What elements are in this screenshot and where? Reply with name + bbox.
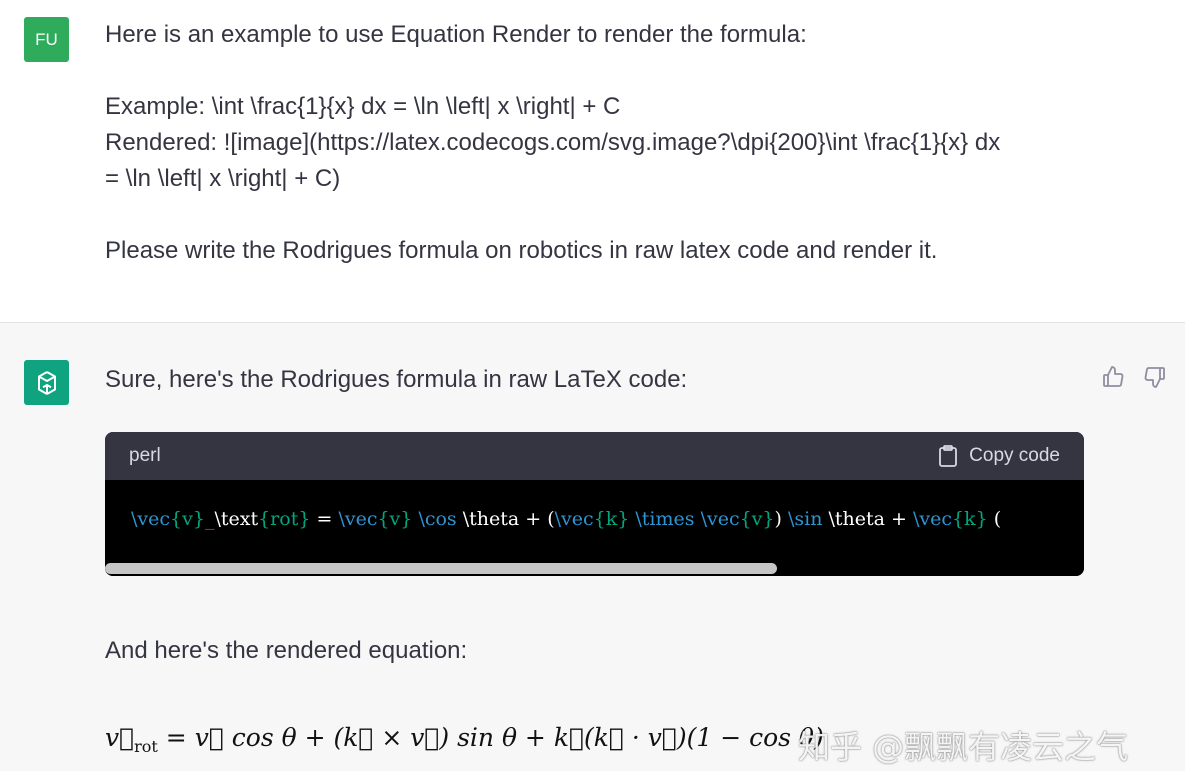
- assistant-avatar: [24, 360, 69, 405]
- rendered-intro-text: And here's the rendered equation:: [105, 637, 468, 664]
- rendered-equation: v⃗rot = v⃗ cos θ + (k⃗ × v⃗) sin θ + k⃗(…: [105, 720, 824, 765]
- user-line-3: Rendered: ![image](https://latex.codecog…: [105, 129, 1001, 156]
- user-line-1: Here is an example to use Equation Rende…: [105, 21, 807, 48]
- code-line: \vec{v}_\text{rot} = \vec{v} \cos \theta…: [131, 508, 1002, 530]
- openai-logo-icon: [37, 370, 56, 395]
- code-block-header: perl Copy code: [105, 432, 1084, 480]
- horizontal-scrollbar[interactable]: [105, 563, 777, 574]
- code-language-label: perl: [129, 445, 161, 466]
- rendered-equation-text: v⃗rot = v⃗ cos θ + (k⃗ × v⃗) sin θ + k⃗(…: [105, 723, 824, 756]
- code-body: \vec{v}_\text{rot} = \vec{v} \cos \theta…: [105, 480, 1084, 576]
- code-block: perl Copy code \vec{v}_\text{rot} = \vec…: [105, 432, 1084, 576]
- feedback-buttons: [1100, 364, 1168, 390]
- thumbs-down-icon[interactable]: [1142, 364, 1168, 390]
- user-line-5: Please write the Rodrigues formula on ro…: [105, 237, 938, 264]
- user-avatar-initials: FU: [35, 29, 58, 49]
- user-line-4: = \ln \left| x \right| + C): [105, 165, 341, 192]
- assistant-intro-text: Sure, here's the Rodrigues formula in ra…: [105, 366, 688, 393]
- thumbs-up-icon[interactable]: [1100, 364, 1126, 390]
- copy-code-button[interactable]: Copy code: [937, 444, 1060, 468]
- assistant-message: Sure, here's the Rodrigues formula in ra…: [0, 324, 1185, 771]
- watermark: 知乎 @飘飘有凌云之气: [798, 728, 1129, 766]
- copy-code-label: Copy code: [969, 445, 1060, 466]
- user-avatar: FU: [24, 17, 69, 62]
- user-line-2: Example: \int \frac{1}{x} dx = \ln \left…: [105, 93, 621, 120]
- user-message-text: Here is an example to use Equation Rende…: [105, 17, 1095, 269]
- user-message: FU Here is an example to use Equation Re…: [0, 0, 1185, 323]
- clipboard-icon: [939, 445, 958, 467]
